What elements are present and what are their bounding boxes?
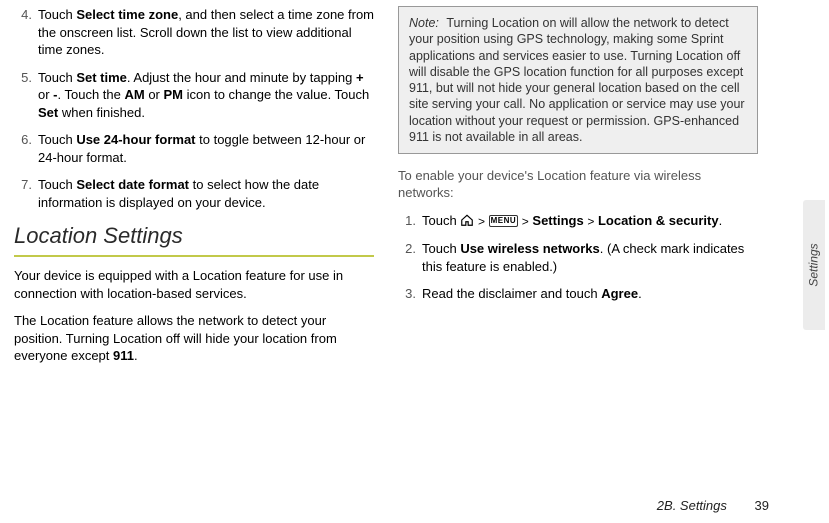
- bold-text: Use wireless networks: [460, 241, 599, 256]
- text: Read the disclaimer and touch: [422, 286, 601, 301]
- text: .: [638, 286, 642, 301]
- procedure-lead: To enable your device's Location feature…: [398, 168, 758, 202]
- page-footer: 2B. Settings 39: [657, 498, 769, 513]
- step-number: 6.: [14, 131, 32, 166]
- thumb-tab: Settings: [803, 200, 825, 330]
- bold-text: Use 24-hour format: [76, 132, 195, 147]
- step-body: Touch Use wireless networks. (A check ma…: [422, 240, 758, 275]
- step-number: 1.: [398, 212, 416, 230]
- bold-text: Select time zone: [76, 7, 178, 22]
- bold-text: Location & security: [598, 213, 719, 228]
- text: Touch: [38, 7, 76, 22]
- step-number: 2.: [398, 240, 416, 275]
- step-1: 1. Touch > MENU > Settings > Location & …: [398, 212, 758, 230]
- text: .: [719, 213, 723, 228]
- bold-text: AM: [125, 87, 145, 102]
- note-text: Turning Location on will allow the netwo…: [409, 16, 745, 144]
- step-body: Touch Select date format to select how t…: [38, 176, 374, 211]
- right-column: Note: Turning Location on will allow the…: [398, 6, 758, 375]
- two-column-layout: 4. Touch Select time zone, and then sele…: [14, 6, 799, 375]
- bold-text: Settings: [532, 213, 583, 228]
- step-body: Touch Select time zone, and then select …: [38, 6, 374, 59]
- bold-text: Set time: [76, 70, 127, 85]
- step-body: Read the disclaimer and touch Agree.: [422, 285, 758, 303]
- section-heading: Location Settings: [14, 221, 374, 251]
- text: . Adjust the hour and minute by tapping: [127, 70, 356, 85]
- text: or: [38, 87, 53, 102]
- step-number: 7.: [14, 176, 32, 211]
- text: Touch: [38, 177, 76, 192]
- text: Touch: [422, 213, 460, 228]
- heading-rule: [14, 255, 374, 257]
- text: .: [134, 348, 138, 363]
- step-body: Touch > MENU > Settings > Location & sec…: [422, 212, 758, 230]
- bold-text: 911: [113, 348, 134, 363]
- intro-paragraph-1: Your device is equipped with a Location …: [14, 267, 374, 302]
- step-6: 6. Touch Use 24-hour format to toggle be…: [14, 131, 374, 166]
- right-steps-list: 1. Touch > MENU > Settings > Location & …: [398, 212, 758, 303]
- text: or: [145, 87, 164, 102]
- chevron-right-icon: >: [478, 214, 485, 228]
- text: Touch: [38, 132, 76, 147]
- step-body: Touch Use 24-hour format to toggle betwe…: [38, 131, 374, 166]
- intro-paragraph-2: The Location feature allows the network …: [14, 312, 374, 365]
- thumb-tab-label: Settings: [807, 243, 821, 286]
- chevron-right-icon: >: [522, 214, 529, 228]
- note-callout: Note: Turning Location on will allow the…: [398, 6, 758, 154]
- note-label: Note:: [409, 16, 439, 30]
- footer-section: 2B. Settings: [657, 498, 727, 513]
- footer-page-number: 39: [755, 498, 769, 513]
- text: Touch: [422, 241, 460, 256]
- step-5: 5. Touch Set time. Adjust the hour and m…: [14, 69, 374, 122]
- chevron-right-icon: >: [587, 214, 594, 228]
- left-column: 4. Touch Select time zone, and then sele…: [14, 6, 374, 375]
- bold-text: PM: [164, 87, 184, 102]
- left-steps-list: 4. Touch Select time zone, and then sele…: [14, 6, 374, 211]
- step-7: 7. Touch Select date format to select ho…: [14, 176, 374, 211]
- step-number: 3.: [398, 285, 416, 303]
- text: icon to change the value. Touch: [183, 87, 369, 102]
- text: . Touch the: [58, 87, 125, 102]
- step-2: 2. Touch Use wireless networks. (A check…: [398, 240, 758, 275]
- bold-text: +: [356, 70, 364, 85]
- step-3: 3. Read the disclaimer and touch Agree.: [398, 285, 758, 303]
- step-number: 4.: [14, 6, 32, 59]
- bold-text: Set: [38, 105, 58, 120]
- step-4: 4. Touch Select time zone, and then sele…: [14, 6, 374, 59]
- step-number: 5.: [14, 69, 32, 122]
- text: when finished.: [58, 105, 145, 120]
- text: Touch: [38, 70, 76, 85]
- page: 4. Touch Select time zone, and then sele…: [0, 0, 829, 523]
- menu-icon: MENU: [489, 215, 519, 227]
- step-body: Touch Set time. Adjust the hour and minu…: [38, 69, 374, 122]
- bold-text: Agree: [601, 286, 638, 301]
- home-icon: [460, 213, 474, 231]
- text: The Location feature allows the network …: [14, 313, 337, 363]
- bold-text: Select date format: [76, 177, 189, 192]
